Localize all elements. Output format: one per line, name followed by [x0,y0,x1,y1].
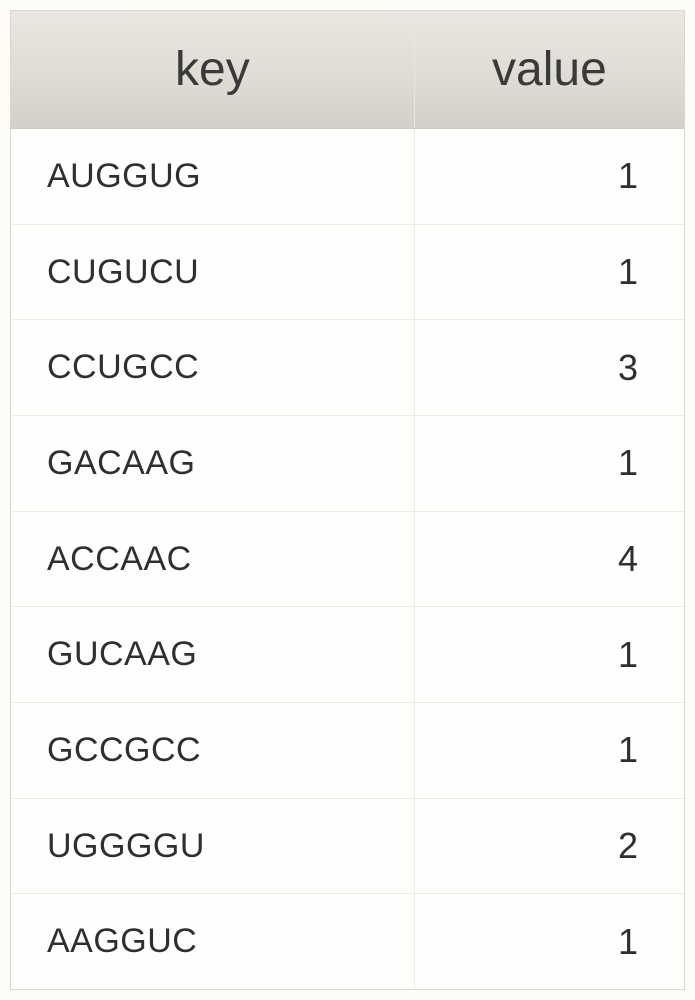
cell-value: 4 [415,512,684,607]
cell-key: CUGUCU [11,225,415,320]
cell-key: CCUGCC [11,320,415,415]
cell-key: GCCGCC [11,703,415,798]
cell-key: ACCAAC [11,512,415,607]
table-row: GACAAG 1 [11,416,684,512]
table-row: UGGGGU 2 [11,799,684,895]
cell-key: UGGGGU [11,799,415,894]
table-header-row: key value [11,11,684,129]
header-key: key [11,11,415,128]
table-row: CUGUCU 1 [11,225,684,321]
cell-value: 1 [415,703,684,798]
cell-value: 1 [415,416,684,511]
table-row: AAGGUC 1 [11,894,684,989]
cell-value: 1 [415,129,684,224]
table-row: ACCAAC 4 [11,512,684,608]
cell-key: AUGGUG [11,129,415,224]
cell-value: 2 [415,799,684,894]
data-table: key value AUGGUG 1 CUGUCU 1 CCUGCC 3 GAC… [10,10,685,990]
cell-value: 1 [415,225,684,320]
cell-value: 1 [415,607,684,702]
cell-value: 1 [415,894,684,989]
cell-key: AAGGUC [11,894,415,989]
cell-key: GUCAAG [11,607,415,702]
table-body: AUGGUG 1 CUGUCU 1 CCUGCC 3 GACAAG 1 ACCA… [11,129,684,989]
header-value: value [415,11,684,128]
table-row: AUGGUG 1 [11,129,684,225]
cell-key: GACAAG [11,416,415,511]
table-row: GUCAAG 1 [11,607,684,703]
table-row: CCUGCC 3 [11,320,684,416]
table-row: GCCGCC 1 [11,703,684,799]
cell-value: 3 [415,320,684,415]
